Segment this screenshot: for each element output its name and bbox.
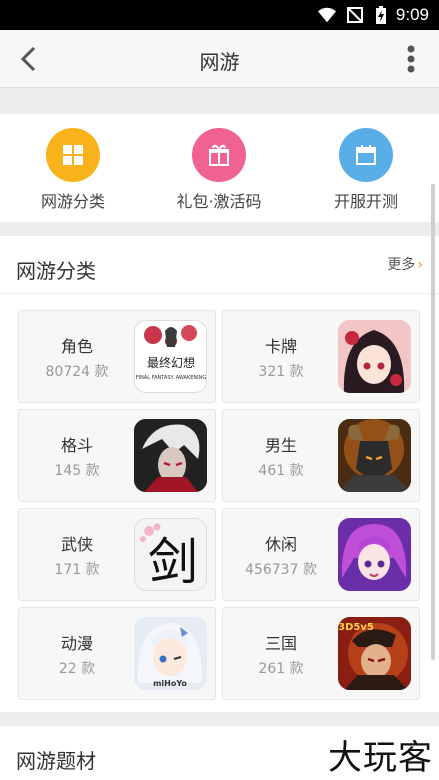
watermark: 大玩客 xyxy=(328,738,433,778)
category-count: 145 款 xyxy=(54,463,100,479)
quick-nav-categories[interactable]: 网游分类 xyxy=(0,128,146,212)
category-count: 461 款 xyxy=(258,463,304,479)
clock: 9:09 xyxy=(395,5,429,24)
category-card-fighting[interactable]: 格斗 145 款 xyxy=(18,409,216,502)
category-count: 456737 款 xyxy=(245,562,317,578)
screen: 9:09 网游 网游分类 礼包·激活码 开服开测 网游分类 更多 › 角色 80… xyxy=(0,0,439,780)
category-name: 武侠 xyxy=(60,535,93,554)
chevron-right-icon: › xyxy=(417,257,423,273)
gift-icon xyxy=(192,128,246,182)
logo-text: 最终幻想 xyxy=(147,355,195,370)
title-bar: 网游 xyxy=(0,30,439,88)
category-card-role[interactable]: 角色 80724 款 最终幻想 FINAL FANTASY. AWAKENING xyxy=(18,310,216,403)
category-card-wuxia[interactable]: 武侠 171 款 剑 xyxy=(18,508,216,601)
scrollbar[interactable] xyxy=(431,184,435,660)
wifi-icon xyxy=(318,7,336,23)
honkai-girl-icon: miHoYo xyxy=(134,617,207,690)
category-count: 261 款 xyxy=(258,661,304,677)
logo-text: 剑 xyxy=(148,533,198,591)
category-name: 动漫 xyxy=(60,634,93,653)
quick-nav-label: 礼包·激活码 xyxy=(176,192,262,211)
category-name: 三国 xyxy=(264,634,297,653)
category-card-male[interactable]: 男生 461 款 xyxy=(222,409,420,502)
category-name: 卡牌 xyxy=(264,337,297,356)
more-menu-icon[interactable] xyxy=(405,44,417,74)
quick-nav-gifts[interactable]: 礼包·激活码 xyxy=(146,128,292,212)
category-count: 171 款 xyxy=(54,562,100,578)
sword-calligraphy-icon: 剑 xyxy=(134,518,207,591)
anime-girl-icon xyxy=(338,320,411,393)
section-title: 网游题材 xyxy=(16,749,96,773)
quick-nav-label: 网游分类 xyxy=(40,192,105,211)
logo-text: 3D5v5 xyxy=(338,622,374,633)
page-title: 网游 xyxy=(199,50,240,74)
quick-nav: 网游分类 礼包·激活码 开服开测 xyxy=(0,114,439,222)
section-title: 网游分类 xyxy=(16,259,96,283)
quick-nav-server-open[interactable]: 开服开测 xyxy=(293,128,439,212)
white-hair-fighter-icon xyxy=(134,419,207,492)
category-name: 格斗 xyxy=(60,436,93,455)
more-link[interactable]: 更多 › xyxy=(387,254,423,274)
no-signal-icon xyxy=(347,7,363,23)
category-name: 角色 xyxy=(60,337,93,356)
category-card-casual[interactable]: 休闲 456737 款 xyxy=(222,508,420,601)
category-section: 网游分类 更多 › 角色 80724 款 最终幻想 FINAL FANTASY. … xyxy=(0,236,439,712)
category-card-card[interactable]: 卡牌 321 款 xyxy=(222,310,420,403)
purple-hair-girl-icon xyxy=(338,518,411,591)
category-card-three-kingdoms[interactable]: 三国 261 款 3D5v5 xyxy=(222,607,420,700)
armored-warrior-icon xyxy=(338,419,411,492)
status-bar: 9:09 xyxy=(0,0,439,30)
more-label: 更多 xyxy=(387,257,416,273)
category-name: 休闲 xyxy=(264,535,297,554)
category-count: 321 款 xyxy=(258,364,304,380)
battery-charging-icon xyxy=(376,6,386,24)
logo-text: miHoYo xyxy=(153,679,187,688)
quick-nav-label: 开服开测 xyxy=(333,192,398,211)
three-kingdoms-hero-icon: 3D5v5 xyxy=(338,617,411,690)
section-header: 网游分类 更多 › xyxy=(0,236,439,294)
logo-subtext: FINAL FANTASY. AWAKENING xyxy=(136,375,207,381)
category-card-anime[interactable]: 动漫 22 款 miHoYo xyxy=(18,607,216,700)
final-fantasy-icon: 最终幻想 FINAL FANTASY. AWAKENING xyxy=(134,320,207,393)
grid-icon xyxy=(46,128,100,182)
category-name: 男生 xyxy=(264,436,297,455)
category-count: 80724 款 xyxy=(45,364,109,380)
next-section: 网游题材 大玩客 xyxy=(0,726,439,780)
category-count: 22 款 xyxy=(58,661,96,677)
calendar-icon xyxy=(339,128,393,182)
